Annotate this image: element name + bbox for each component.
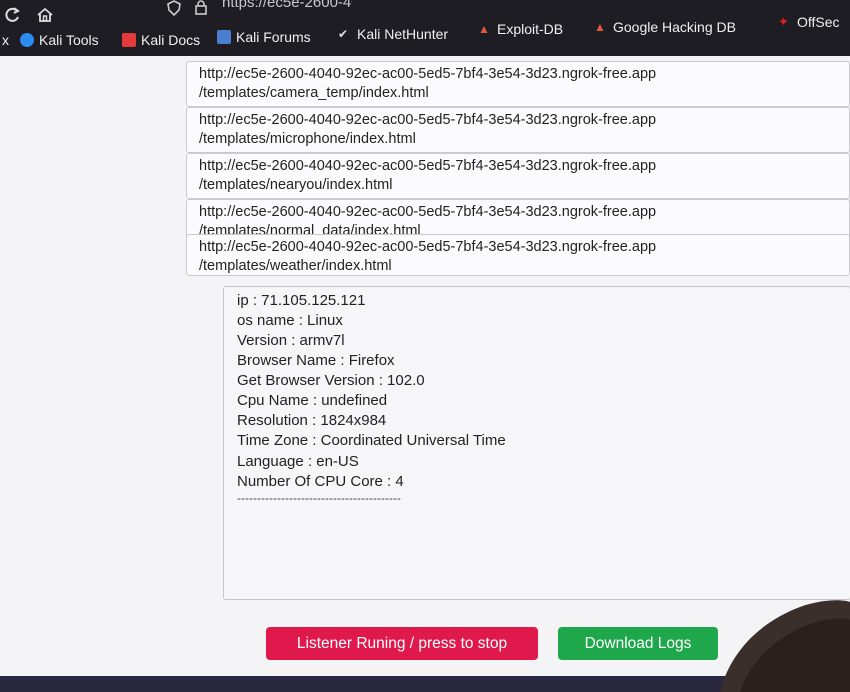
bookmarks-bar: x Kali Tools Kali Docs Kali Forums ✔ Kal… bbox=[0, 14, 850, 54]
shield-icon[interactable] bbox=[166, 0, 184, 17]
bookmark-kali-tools[interactable]: Kali Tools bbox=[20, 32, 99, 48]
reload-icon[interactable] bbox=[3, 6, 23, 26]
info-browser-name: Browser Name : Firefox bbox=[237, 352, 395, 369]
bookmark-label: Google Hacking DB bbox=[613, 19, 736, 35]
link-url-host: http://ec5e-2600-4040-92ec-ac00-5ed5-7bf… bbox=[199, 204, 657, 220]
close-icon: x bbox=[2, 32, 9, 48]
kali-docs-icon bbox=[122, 33, 136, 47]
bookmark-label: Kali Tools bbox=[39, 32, 99, 48]
info-cpu-name: Cpu Name : undefined bbox=[237, 392, 388, 409]
bookmark-label: Exploit-DB bbox=[497, 21, 564, 37]
url-bar[interactable]: https://ec5e-2600-4040- bbox=[222, 0, 352, 11]
log-output-panel: ip : 71.105.125.121 os name : Linux Vers… bbox=[223, 286, 850, 600]
link-camera-temp[interactable]: http://ec5e-2600-4040-92ec-ac00-5ed5-7bf… bbox=[186, 61, 850, 107]
home-icon[interactable] bbox=[36, 6, 56, 26]
bookmark-offsec[interactable]: ✦ OffSec bbox=[778, 14, 840, 30]
bookmark-label: Kali Forums bbox=[236, 29, 311, 45]
bookmark-exploit-db[interactable]: ▲ Exploit-DB bbox=[478, 21, 563, 37]
link-url-path: /templates/camera_temp/index.html bbox=[199, 85, 429, 101]
info-language: Language : en-US bbox=[237, 453, 359, 470]
log-separator: ----------------------------------------… bbox=[237, 491, 401, 505]
link-microphone[interactable]: http://ec5e-2600-4040-92ec-ac00-5ed5-7bf… bbox=[186, 107, 850, 153]
bookmark-close[interactable]: x bbox=[2, 32, 9, 48]
info-browser-version: Get Browser Version : 102.0 bbox=[237, 372, 425, 389]
kali-forums-icon bbox=[217, 30, 231, 44]
link-url-host: http://ec5e-2600-4040-92ec-ac00-5ed5-7bf… bbox=[199, 112, 657, 128]
browser-chrome: https://ec5e-2600-4040- x Kali Tools Kal… bbox=[0, 0, 850, 56]
bookmark-kali-docs[interactable]: Kali Docs bbox=[122, 32, 200, 48]
link-url-path: /templates/nearyou/index.html bbox=[199, 177, 393, 193]
bookmark-label: Kali NetHunter bbox=[357, 26, 449, 42]
stop-listener-button[interactable]: Listener Runing / press to stop bbox=[266, 627, 538, 660]
lock-icon bbox=[194, 0, 208, 16]
ghdb-icon: ▲ bbox=[594, 20, 606, 34]
page-content: http://ec5e-2600-4040-92ec-ac00-5ed5-7bf… bbox=[0, 56, 850, 676]
kali-tools-icon bbox=[20, 33, 34, 47]
link-url-host: http://ec5e-2600-4040-92ec-ac00-5ed5-7bf… bbox=[199, 66, 657, 82]
offsec-icon: ✦ bbox=[778, 14, 789, 29]
link-url-host: http://ec5e-2600-4040-92ec-ac00-5ed5-7bf… bbox=[199, 239, 657, 255]
bookmark-kali-nethunter[interactable]: ✔ Kali NetHunter bbox=[338, 26, 448, 42]
bookmark-label: OffSec bbox=[797, 14, 840, 30]
info-cpu-cores: Number Of CPU Core : 4 bbox=[237, 473, 404, 490]
bookmark-label: Kali Docs bbox=[141, 32, 201, 48]
link-nearyou[interactable]: http://ec5e-2600-4040-92ec-ac00-5ed5-7bf… bbox=[186, 153, 850, 199]
link-url-path: /templates/weather/index.html bbox=[199, 258, 392, 274]
exploit-db-icon: ▲ bbox=[478, 22, 490, 36]
link-weather[interactable]: http://ec5e-2600-4040-92ec-ac00-5ed5-7bf… bbox=[186, 234, 850, 276]
nethunter-icon: ✔ bbox=[338, 27, 349, 41]
bookmark-kali-forums[interactable]: Kali Forums bbox=[217, 29, 311, 45]
info-resolution: Resolution : 1824x984 bbox=[237, 412, 387, 429]
bookmark-google-hacking-db[interactable]: ▲ Google Hacking DB bbox=[594, 19, 736, 35]
hand-overlay bbox=[720, 600, 850, 692]
link-url-host: http://ec5e-2600-4040-92ec-ac00-5ed5-7bf… bbox=[199, 158, 657, 174]
info-os-name: os name : Linux bbox=[237, 312, 343, 329]
info-time-zone: Time Zone : Coordinated Universal Time bbox=[237, 432, 506, 449]
link-url-path: /templates/microphone/index.html bbox=[199, 131, 416, 147]
info-ip: ip : 71.105.125.121 bbox=[237, 292, 366, 309]
info-version: Version : armv7l bbox=[237, 332, 345, 349]
